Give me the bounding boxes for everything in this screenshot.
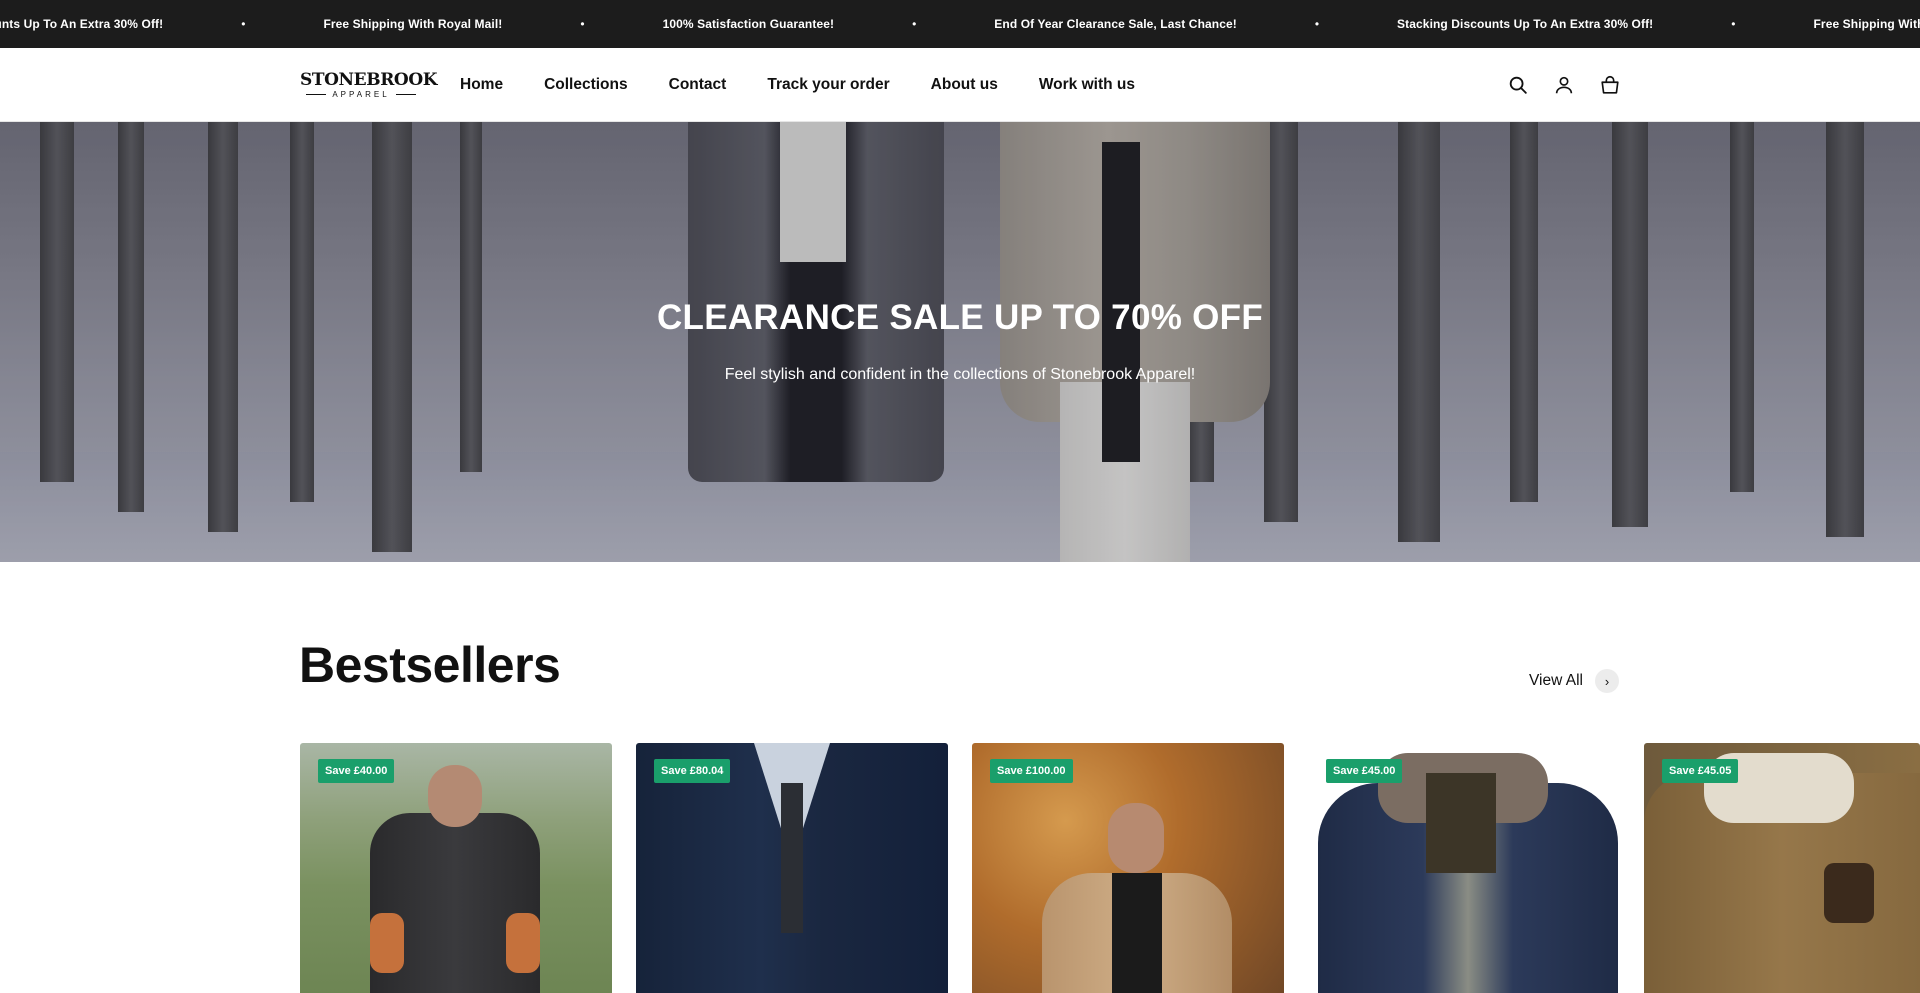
announcement-track: Stacking Discounts Up To An Extra 30% Of… — [0, 0, 1920, 48]
announcement-item: Free Shipping With Royal Mail! — [1813, 17, 1920, 31]
product-card[interactable]: Save £40.00 — [300, 743, 612, 993]
hero-banner[interactable]: CLEARANCE SALE UP TO 70% OFF Feel stylis… — [0, 122, 1920, 562]
logo-wordmark: STONEBROOK — [300, 70, 438, 90]
product-card[interactable]: Save £100.00 — [972, 743, 1284, 993]
account-icon[interactable] — [1553, 74, 1575, 96]
chevron-right-icon: › — [1595, 669, 1619, 693]
view-all-link[interactable]: View All › — [1529, 669, 1619, 693]
hero-title: CLEARANCE SALE UP TO 70% OFF — [656, 298, 1264, 337]
logo-subtitle: APPAREL — [300, 90, 422, 99]
announcement-separator: • — [580, 17, 585, 31]
discount-badge: Save £45.00 — [1326, 759, 1403, 783]
discount-badge: Save £40.00 — [318, 759, 395, 783]
discount-badge: Save £100.00 — [990, 759, 1073, 783]
announcement-separator: • — [1314, 17, 1320, 31]
brand-logo[interactable]: STONEBROOK APPAREL — [300, 70, 438, 99]
nav-track-order[interactable]: Track your order — [767, 76, 889, 94]
product-card[interactable]: Save £45.05 — [1644, 743, 1920, 993]
announcement-item: Stacking Discounts Up To An Extra 30% Of… — [1397, 17, 1654, 31]
announcement-separator: • — [241, 17, 246, 31]
nav-home[interactable]: Home — [460, 76, 503, 94]
cart-icon[interactable] — [1599, 74, 1621, 96]
announcement-item: Free Shipping With Royal Mail! — [323, 17, 503, 31]
logo-subtitle-text: APPAREL — [332, 90, 390, 99]
announcement-item: 100% Satisfaction Guarantee! — [662, 17, 835, 31]
view-all-label: View All — [1529, 672, 1583, 689]
product-card[interactable]: Save £80.04 — [636, 743, 948, 993]
announcement-item: Stacking Discounts Up To An Extra 30% Of… — [0, 17, 164, 31]
site-header: STONEBROOK APPAREL Home Collections Cont… — [0, 48, 1920, 122]
hero-subtitle: Feel stylish and confident in the collec… — [724, 366, 1196, 383]
header-actions — [1507, 74, 1621, 96]
nav-contact[interactable]: Contact — [669, 76, 727, 94]
announcement-item: End Of Year Clearance Sale, Last Chance! — [994, 17, 1237, 31]
announcement-separator: • — [1731, 17, 1736, 31]
main-nav: Home Collections Contact Track your orde… — [460, 48, 1176, 122]
nav-work-with-us[interactable]: Work with us — [1039, 76, 1135, 94]
hero-overlay — [0, 122, 1920, 562]
bestsellers-title: Bestsellers — [299, 637, 561, 693]
announcement-separator: • — [912, 17, 917, 31]
discount-badge: Save £80.04 — [654, 759, 731, 783]
search-icon[interactable] — [1507, 74, 1529, 96]
nav-collections[interactable]: Collections — [544, 76, 628, 94]
announcement-bar: Stacking Discounts Up To An Extra 30% Of… — [0, 0, 1920, 48]
nav-about-us[interactable]: About us — [931, 76, 998, 94]
product-card[interactable]: Save £45.00 — [1308, 743, 1620, 993]
discount-badge: Save £45.05 — [1662, 759, 1739, 783]
